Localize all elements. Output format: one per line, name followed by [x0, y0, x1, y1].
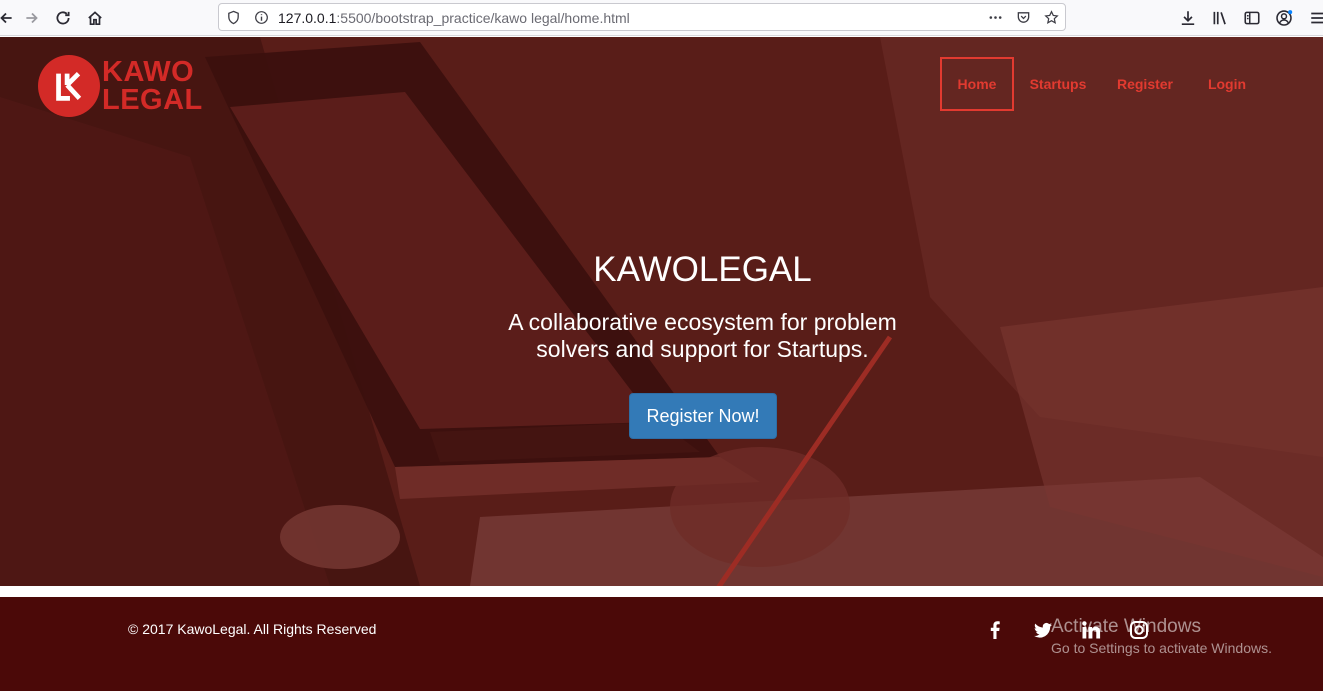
nav-register[interactable]: Register — [1109, 57, 1181, 111]
bookmark-star-icon[interactable] — [1042, 8, 1060, 26]
url-text: 127.0.0.1:5500/bootstrap_practice/kawo l… — [278, 10, 630, 26]
hero-subtitle: A collaborative ecosystem for problem so… — [508, 309, 897, 362]
home-icon[interactable] — [83, 6, 107, 30]
back-icon[interactable] — [0, 6, 18, 30]
url-path: :5500/bootstrap_practice/kawo legal/home… — [336, 10, 630, 26]
browser-toolbar: 127.0.0.1:5500/bootstrap_practice/kawo l… — [0, 0, 1323, 36]
logo-text: KAWO LEGAL — [102, 56, 203, 116]
hero-title: KAWOLEGAL — [593, 250, 812, 289]
forward-icon[interactable] — [20, 6, 44, 30]
section-divider — [0, 586, 1323, 597]
menu-icon[interactable] — [1306, 6, 1323, 30]
library-icon[interactable] — [1208, 6, 1232, 30]
nav-home[interactable]: Home — [940, 57, 1014, 111]
logo-text-line1: KAWO — [102, 56, 195, 88]
url-bar[interactable]: 127.0.0.1:5500/bootstrap_practice/kawo l… — [218, 3, 1066, 31]
logo-text-line2: LEGAL — [102, 84, 203, 116]
downloads-icon[interactable] — [1176, 6, 1200, 30]
footer: © 2017 KawoLegal. All Rights Reserved Ac… — [0, 597, 1323, 691]
reload-icon[interactable] — [51, 6, 75, 30]
page-actions-icon[interactable] — [986, 8, 1004, 26]
account-icon[interactable] — [1272, 6, 1296, 30]
shield-icon[interactable] — [224, 8, 242, 26]
facebook-icon[interactable] — [984, 619, 1006, 641]
brand-logo[interactable]: KAWO LEGAL — [38, 54, 203, 118]
pocket-icon[interactable] — [1014, 8, 1032, 26]
logo-mark-icon — [38, 55, 100, 117]
windows-watermark-title: Activate Windows — [1051, 616, 1201, 637]
nav-startups[interactable]: Startups — [1020, 57, 1096, 111]
info-icon[interactable] — [252, 8, 270, 26]
sidebar-icon[interactable] — [1240, 6, 1264, 30]
nav-login[interactable]: Login — [1199, 57, 1255, 111]
copyright-text: © 2017 KawoLegal. All Rights Reserved — [128, 621, 377, 637]
hero-section: KAWO LEGAL Home Startups Register Login … — [0, 37, 1323, 586]
url-host: 127.0.0.1 — [278, 10, 337, 26]
windows-watermark-subtitle: Go to Settings to activate Windows. — [1051, 640, 1272, 656]
register-now-button[interactable]: Register Now! — [629, 393, 777, 439]
